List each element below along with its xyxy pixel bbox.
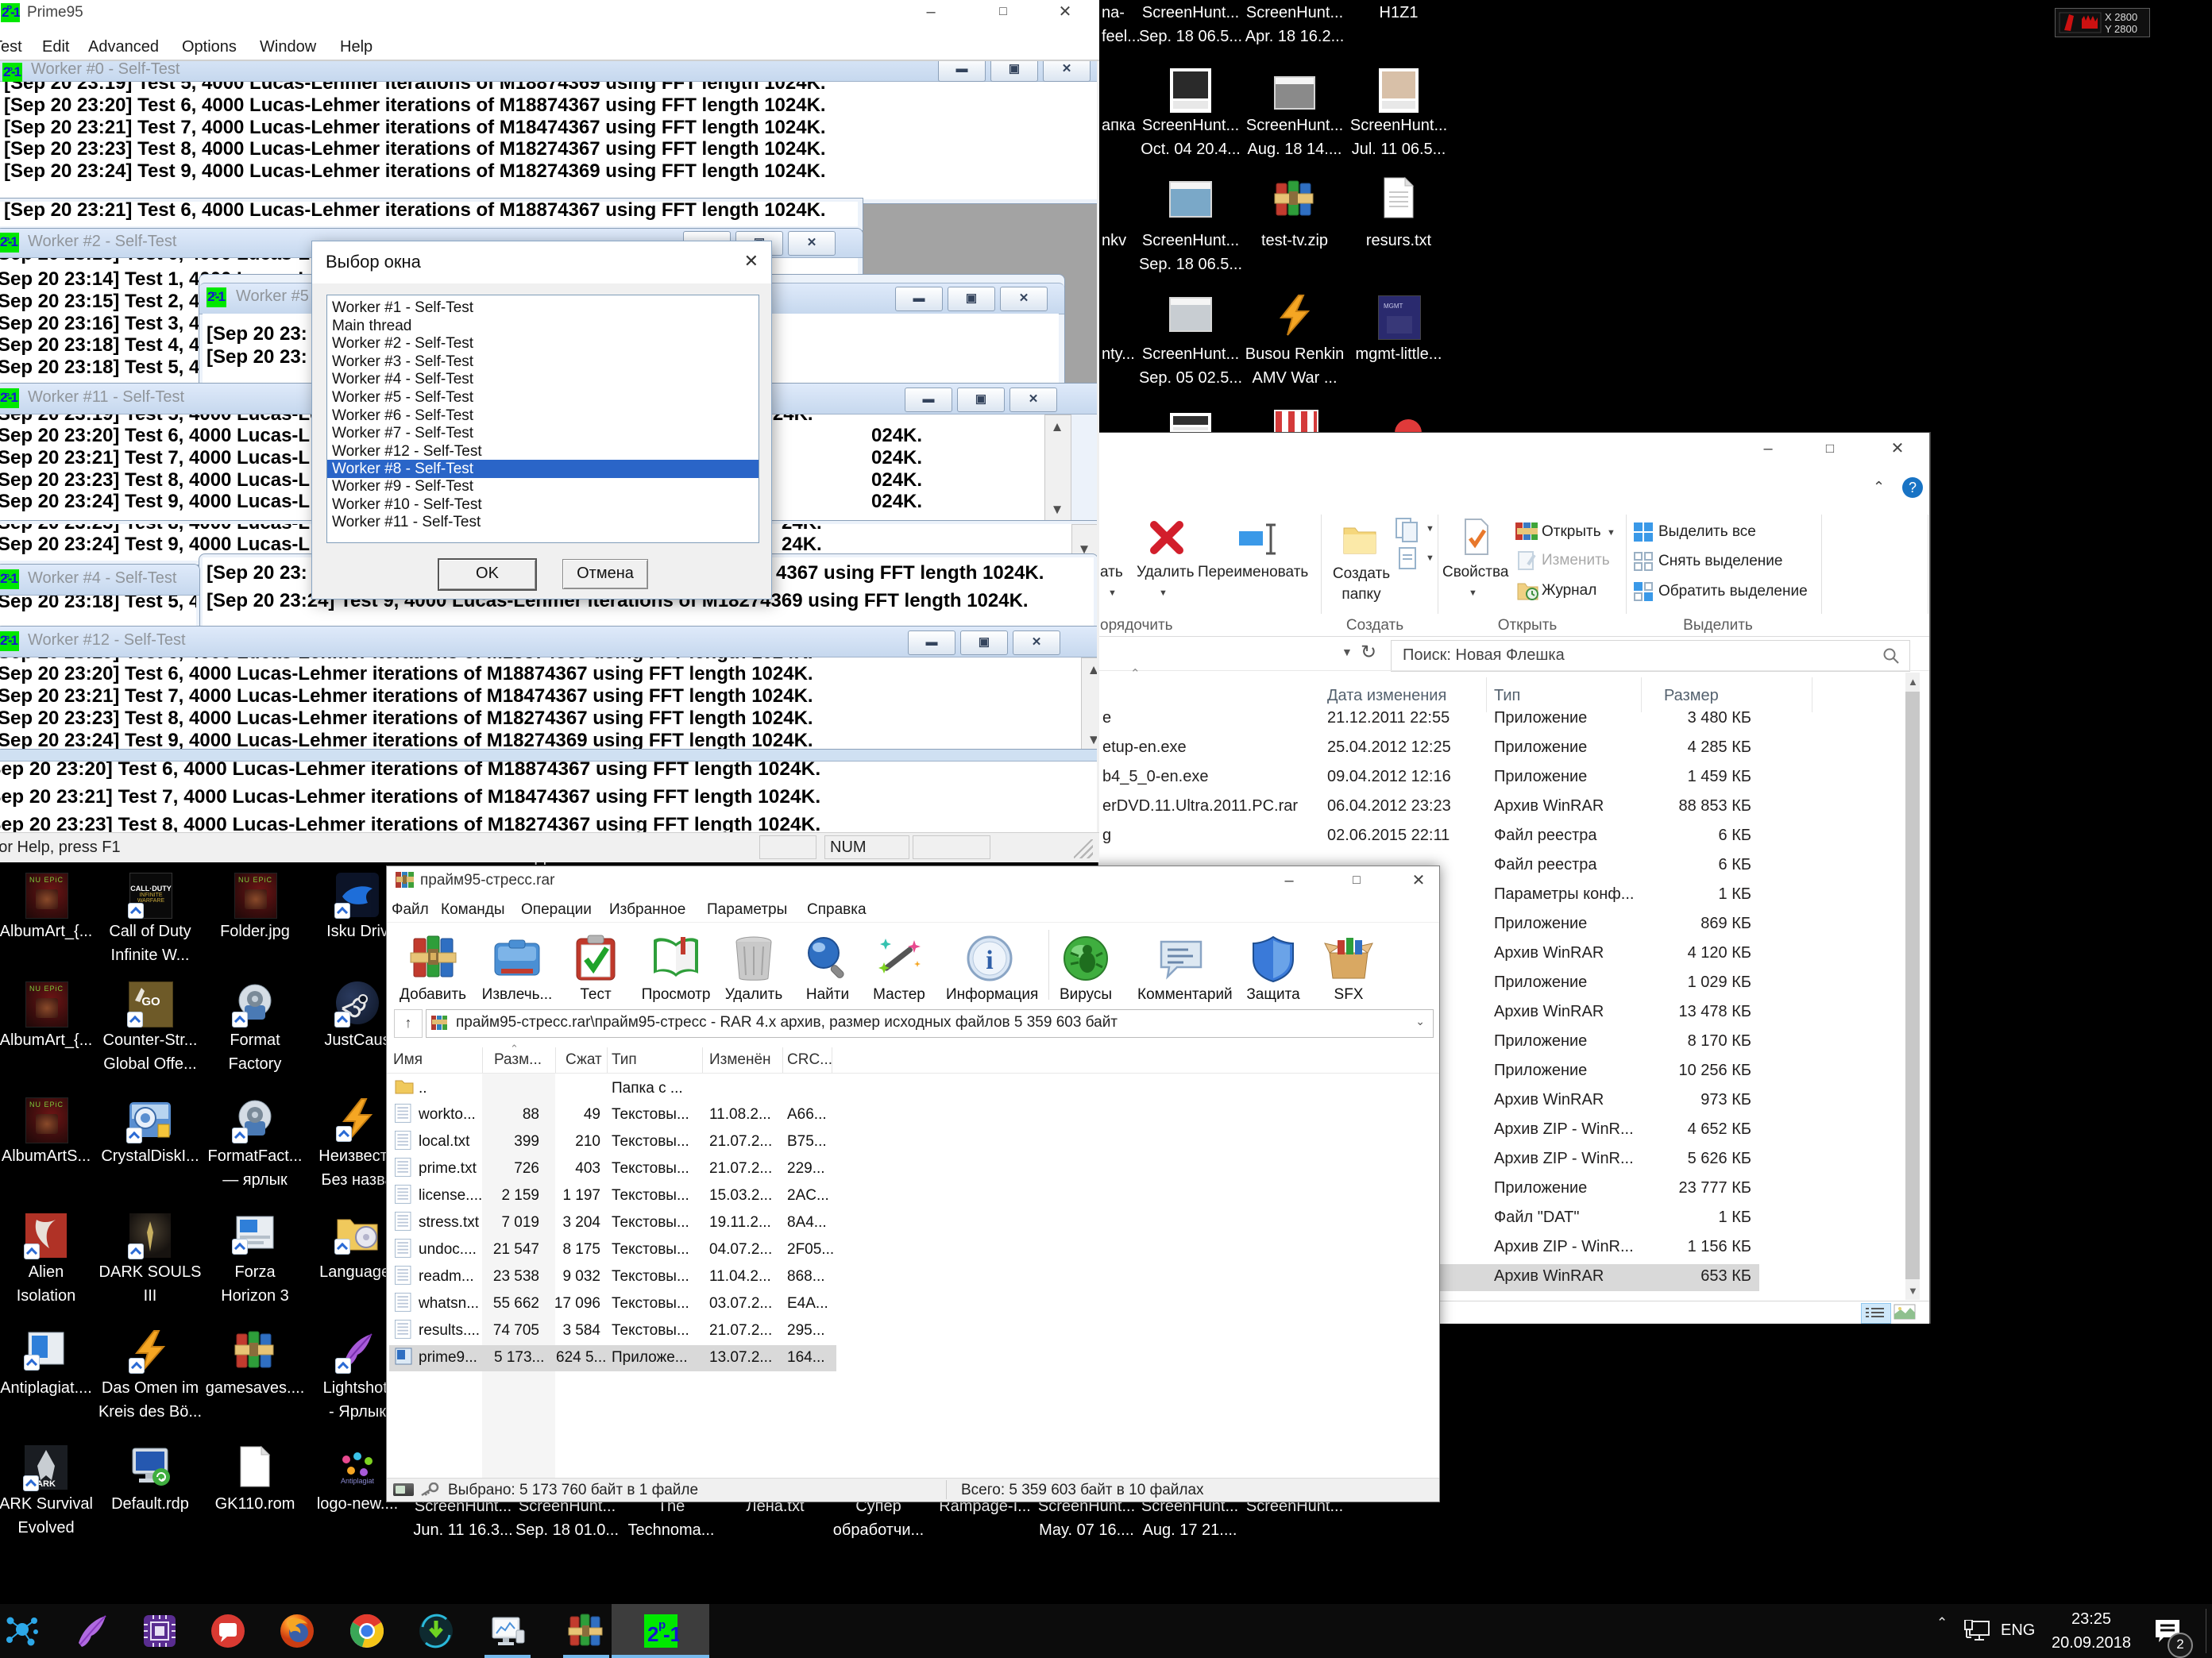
svg-text:2: 2 [647, 1622, 658, 1646]
svg-text:Antiplagiat: Antiplagiat [341, 1477, 375, 1485]
svg-text:i: i [986, 946, 993, 975]
svg-text:-1: -1 [663, 1622, 679, 1646]
svg-text:ARK: ARK [37, 1479, 56, 1489]
